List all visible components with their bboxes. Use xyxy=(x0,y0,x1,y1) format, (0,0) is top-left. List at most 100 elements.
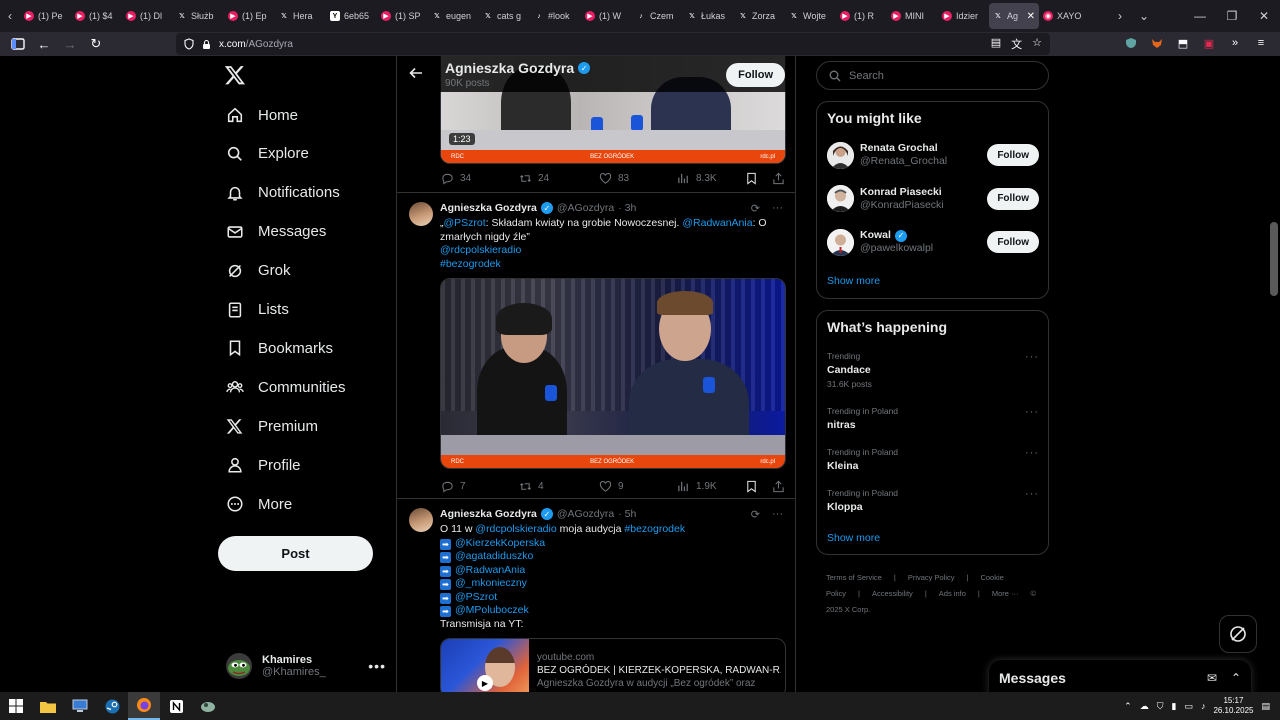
mention-link[interactable]: @PSzrot xyxy=(455,591,497,603)
browser-tab[interactable]: 𝕏 Zorza xyxy=(734,3,785,29)
extensions-puzzle-icon[interactable]: ⬒ xyxy=(1174,34,1192,52)
footer-link[interactable]: Accessibility xyxy=(872,589,913,598)
volume-icon[interactable]: ♪ xyxy=(1201,701,1206,711)
avatar[interactable] xyxy=(827,141,854,169)
browser-tab[interactable]: 𝕏 Służb xyxy=(173,3,224,29)
mention-link[interactable]: @agatadiduszko xyxy=(455,550,533,562)
expand-chevron-icon[interactable]: ⌃ xyxy=(1231,671,1241,685)
browser-tab[interactable]: 𝕏eugen xyxy=(428,3,479,29)
share-icon[interactable] xyxy=(772,480,785,493)
mention-link[interactable]: @_mkonieczny xyxy=(455,577,527,589)
browser-tab[interactable]: 𝕏 Wojte xyxy=(785,3,836,29)
sidebar-item-home[interactable]: Home xyxy=(226,100,298,130)
reply-action[interactable]: 34 xyxy=(441,172,519,185)
shield-icon[interactable] xyxy=(184,38,194,50)
browser-tab[interactable]: 𝕏cats g xyxy=(479,3,530,29)
notion-icon[interactable] xyxy=(160,692,192,720)
browser-tab[interactable]: ▶ (1) W xyxy=(581,3,632,29)
tweet-time[interactable]: · 3h xyxy=(618,202,636,214)
tweet-author-name[interactable]: Agnieszka Gozdyra xyxy=(440,202,537,214)
bookmark-icon[interactable] xyxy=(745,480,758,493)
sidebar-toggle-icon[interactable] xyxy=(6,33,30,55)
trend-more-icon[interactable]: ··· xyxy=(1025,488,1039,500)
reply-action[interactable]: 7 xyxy=(441,480,519,493)
browser-tab[interactable]: ♪ Czem xyxy=(632,3,683,29)
browser-tab[interactable]: ▶ MINI xyxy=(887,3,938,29)
hashtag-link[interactable]: #bezogrodek xyxy=(624,523,685,535)
trend-item[interactable]: Trending Candace 31.6K posts ··· xyxy=(827,351,1039,391)
repost-action[interactable]: 24 xyxy=(519,172,599,185)
sidebar-item-communities[interactable]: Communities xyxy=(226,372,346,402)
browser-tab[interactable]: Y 6eb65 xyxy=(326,3,377,29)
tweet-author-handle[interactable]: @AGozdyra xyxy=(557,202,614,214)
like-action[interactable]: 83 xyxy=(599,172,677,185)
close-tab-icon[interactable]: ✕ xyxy=(1027,11,1035,22)
trend-more-icon[interactable]: ··· xyxy=(1025,406,1039,418)
search-input[interactable]: Search xyxy=(816,61,1049,90)
file-explorer-icon[interactable] xyxy=(32,692,64,720)
shield-tray-icon[interactable]: ⛉ xyxy=(1157,701,1164,712)
suggested-user[interactable]: Kowal ✓ @pawelkowalpl Follow xyxy=(827,227,1039,257)
share-icon[interactable] xyxy=(772,172,785,185)
monitor-app-icon[interactable] xyxy=(64,692,96,720)
mention-link[interactable]: @RadwanAnia xyxy=(455,564,525,576)
browser-tab[interactable]: 𝕏 Łukas xyxy=(683,3,734,29)
suggested-user[interactable]: Renata Grochal @Renata_Grochal Follow xyxy=(827,140,1039,170)
scrollbar-track[interactable] xyxy=(1268,56,1280,692)
footer-link[interactable]: Ads info xyxy=(939,589,966,598)
grok-explain-icon[interactable]: ⟳ xyxy=(751,508,760,521)
trend-more-icon[interactable]: ··· xyxy=(1025,447,1039,459)
back-arrow-icon[interactable] xyxy=(409,67,423,79)
browser-tab[interactable]: ▶ (1) R xyxy=(836,3,887,29)
battery-icon[interactable]: ▮ xyxy=(1171,701,1176,712)
close-window-icon[interactable]: ✕ xyxy=(1248,0,1280,32)
new-message-icon[interactable]: ✉ xyxy=(1207,671,1217,685)
reload-icon[interactable]: ↻ xyxy=(84,33,108,55)
browser-tab[interactable]: ◉ XAYO xyxy=(1039,3,1090,29)
sidebar-item-messages[interactable]: Messages xyxy=(226,217,326,247)
tweet-avatar[interactable] xyxy=(409,508,433,532)
restore-icon[interactable]: ❐ xyxy=(1216,0,1248,32)
browser-tab[interactable]: ▶ (1) $4 xyxy=(71,3,122,29)
browser-tab[interactable]: ▶ (1) Ep xyxy=(224,3,275,29)
firefox-icon[interactable] xyxy=(128,692,160,720)
follow-button[interactable]: Follow xyxy=(726,63,785,87)
lock-icon[interactable] xyxy=(202,39,211,50)
bookmark-star-icon[interactable]: ☆ xyxy=(1032,36,1042,52)
browser-tab[interactable]: ♪ #look xyxy=(530,3,581,29)
sidebar-item-profile[interactable]: Profile xyxy=(226,450,301,480)
sidebar-item-premium[interactable]: Premium xyxy=(226,411,318,441)
mention-link[interactable]: @MPoluboczek xyxy=(455,604,529,616)
more-dots-icon[interactable]: ••• xyxy=(368,658,386,674)
game-app-icon[interactable] xyxy=(192,692,224,720)
views-action[interactable]: 1.9K xyxy=(677,480,717,493)
grok-explain-icon[interactable]: ⟳ xyxy=(751,202,760,215)
trend-item[interactable]: Trending in Poland nitras ··· xyxy=(827,406,1039,446)
steam-icon[interactable] xyxy=(96,692,128,720)
follow-button[interactable]: Follow xyxy=(987,187,1039,210)
tab-list-chevron-icon[interactable]: ⌄ xyxy=(1134,0,1154,32)
mention-link[interactable]: @rdcpolskieradio xyxy=(475,523,556,535)
trend-more-icon[interactable]: ··· xyxy=(1025,351,1039,363)
browser-tab[interactable]: ▶ Idzier xyxy=(938,3,989,29)
mention-link[interactable]: @RadwanAnia xyxy=(682,217,752,229)
tweet-video[interactable]: RDC BEZ OGRÓDEK rdc.pl xyxy=(440,278,786,469)
forward-icon[interactable]: → xyxy=(58,33,82,55)
sidebar-item-grok[interactable]: Grok xyxy=(226,256,291,286)
follow-button[interactable]: Follow xyxy=(987,144,1039,166)
browser-tab[interactable]: ▶ (1) Pe xyxy=(20,3,71,29)
sidebar-item-more[interactable]: More xyxy=(226,489,292,519)
tweet-more-icon[interactable]: ··· xyxy=(772,508,783,521)
sidebar-item-bookmarks[interactable]: Bookmarks xyxy=(226,333,333,363)
fox-extension-icon[interactable] xyxy=(1148,34,1166,52)
x-logo-icon[interactable] xyxy=(224,64,248,88)
translate-icon[interactable]: 文 xyxy=(1011,36,1022,52)
hashtag-link[interactable]: #bezogrodek xyxy=(440,258,501,270)
overflow-chevron-icon[interactable]: » xyxy=(1226,34,1244,52)
tabs-scroll-right-icon[interactable]: › xyxy=(1110,0,1130,32)
cloud-icon[interactable]: ☁ xyxy=(1140,701,1149,712)
address-bar[interactable]: x.com/AGozdyra ▤ 文 ☆ xyxy=(176,33,1050,55)
browser-tab[interactable]: 𝕏 Hera xyxy=(275,3,326,29)
vpn-extension-icon[interactable] xyxy=(1122,34,1140,52)
scrollbar-thumb[interactable] xyxy=(1270,222,1278,296)
